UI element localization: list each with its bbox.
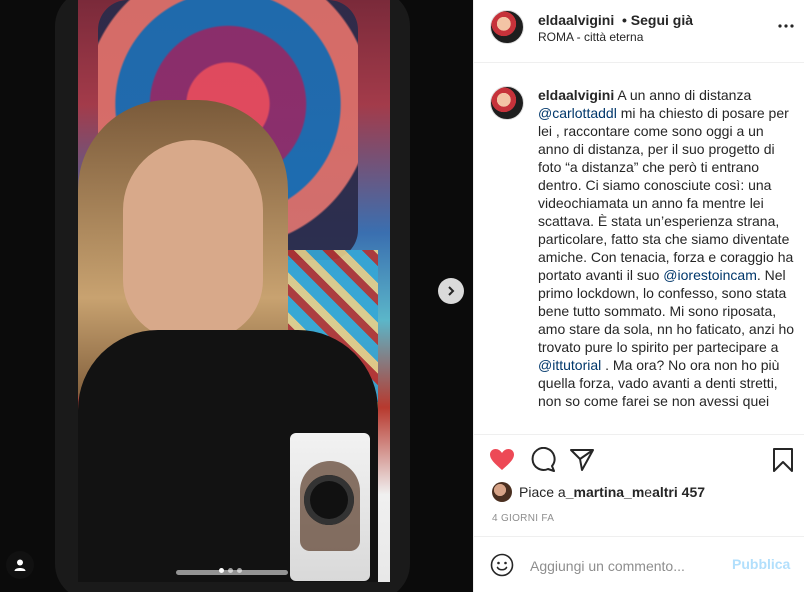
chevron-right-icon	[448, 286, 455, 296]
more-options-icon[interactable]	[776, 16, 796, 36]
share-button[interactable]	[568, 446, 596, 474]
next-slide-button[interactable]	[438, 278, 464, 304]
comment-input[interactable]	[530, 556, 730, 576]
likes-middle: e	[644, 484, 653, 500]
heart-icon	[490, 449, 514, 470]
post-timestamp[interactable]: 4 GIORNI FA	[492, 513, 554, 524]
post-media[interactable]	[0, 0, 473, 592]
bookmark-icon	[773, 448, 793, 472]
caption-username[interactable]: eldaalvigini	[538, 87, 614, 103]
smiley-icon	[490, 553, 514, 577]
header-username[interactable]: eldaalvigini	[538, 12, 614, 28]
publish-button[interactable]: Pubblica	[732, 556, 790, 572]
save-button[interactable]	[769, 446, 797, 474]
carousel-dot	[228, 568, 233, 573]
comment-icon	[531, 447, 556, 472]
follow-status[interactable]: • Segui già	[622, 12, 693, 28]
location-link[interactable]: ROMA - città eterna	[538, 30, 643, 44]
tagged-users-button[interactable]	[6, 551, 34, 579]
mention-iorestoincam[interactable]: @iorestoincam	[663, 267, 757, 283]
caption-avatar[interactable]	[490, 86, 524, 120]
user-icon	[14, 559, 26, 571]
liker-avatar[interactable]	[492, 482, 512, 502]
carousel-dot-active	[219, 568, 224, 573]
avatar[interactable]	[490, 10, 524, 44]
comment-composer: Pubblica	[474, 536, 804, 593]
post-sidebar: eldaalvigini • Segui già ROMA - città et…	[473, 0, 804, 592]
like-button[interactable]	[488, 446, 516, 474]
caption-part1: A un anno di distanza	[614, 87, 752, 103]
send-icon	[570, 449, 594, 471]
likes-summary: Piace a _martina_m e altri 457	[492, 480, 705, 504]
camera-lens	[304, 475, 354, 525]
caption-part2: mi ha chiesto di posare per lei , raccon…	[538, 105, 794, 283]
self-view-thumbnail	[290, 433, 370, 581]
caption-text: eldaalvigini A un anno di distanza @carl…	[538, 86, 798, 430]
likes-others[interactable]: altri 457	[652, 484, 705, 500]
carousel-dot	[237, 568, 242, 573]
mention-ittutorial[interactable]: @ittutorial	[538, 357, 601, 373]
post-header: eldaalvigini • Segui già ROMA - città et…	[474, 0, 804, 63]
emoji-button[interactable]	[490, 553, 514, 577]
action-bar	[474, 434, 804, 485]
liker-username[interactable]: _martina_m	[566, 484, 645, 500]
comment-button[interactable]	[529, 446, 557, 474]
mention-carlottaddl[interactable]: @carlottaddl	[538, 105, 617, 121]
likes-prefix: Piace a	[519, 484, 566, 500]
portrait-face	[123, 140, 263, 340]
